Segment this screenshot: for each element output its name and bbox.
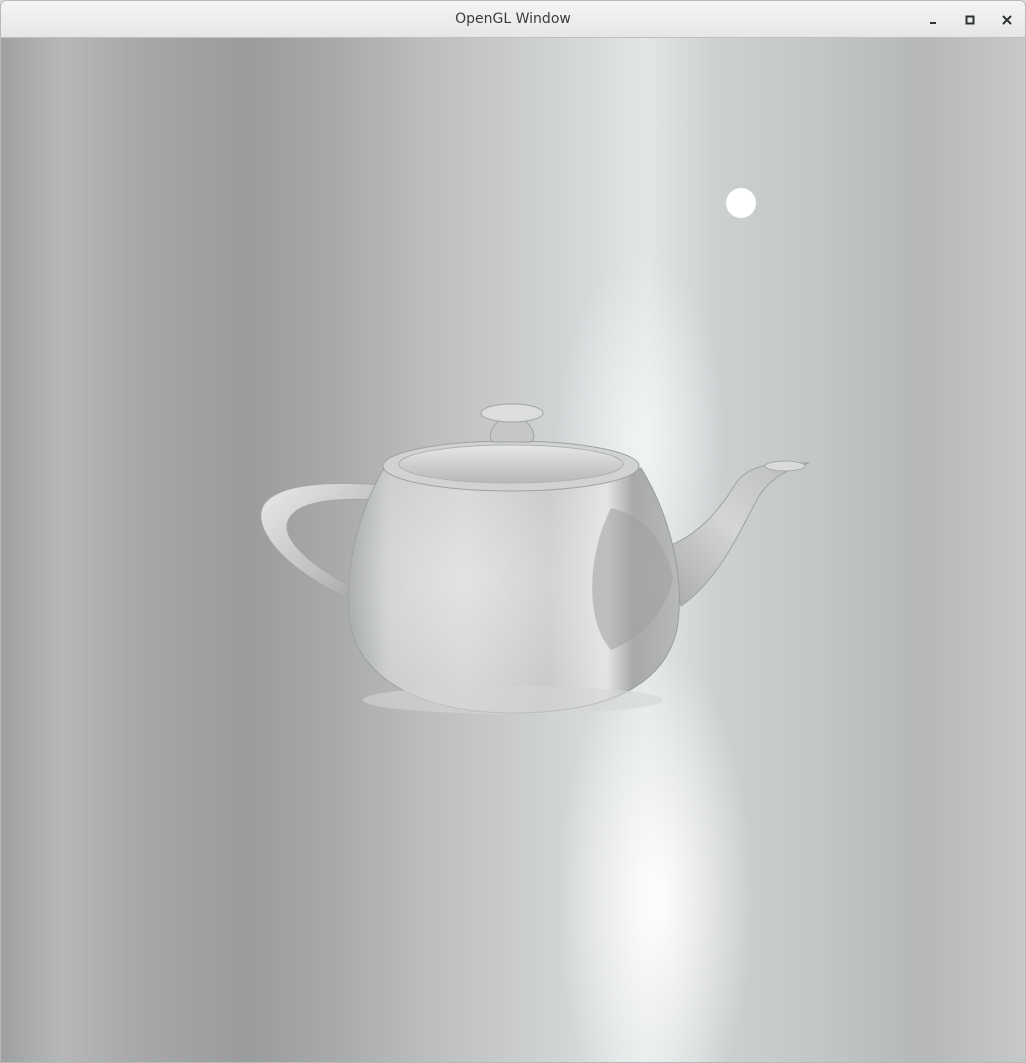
window-title: OpenGL Window: [455, 11, 571, 27]
teapot-spout: [668, 462, 810, 607]
maximize-button[interactable]: [958, 8, 982, 32]
opengl-viewport[interactable]: [1, 38, 1025, 1062]
minimize-icon: [930, 22, 936, 24]
close-button[interactable]: [995, 8, 1019, 32]
title-bar[interactable]: OpenGL Window: [1, 1, 1025, 38]
scene-canvas: [260, 188, 810, 714]
maximize-icon: [965, 15, 975, 25]
minimize-button[interactable]: [921, 8, 945, 32]
close-icon: [1002, 15, 1012, 25]
teapot: [260, 403, 810, 714]
opengl-window: OpenGL Window: [0, 0, 1026, 1063]
teapot-lid: [398, 444, 624, 484]
light-sphere: [726, 188, 756, 218]
